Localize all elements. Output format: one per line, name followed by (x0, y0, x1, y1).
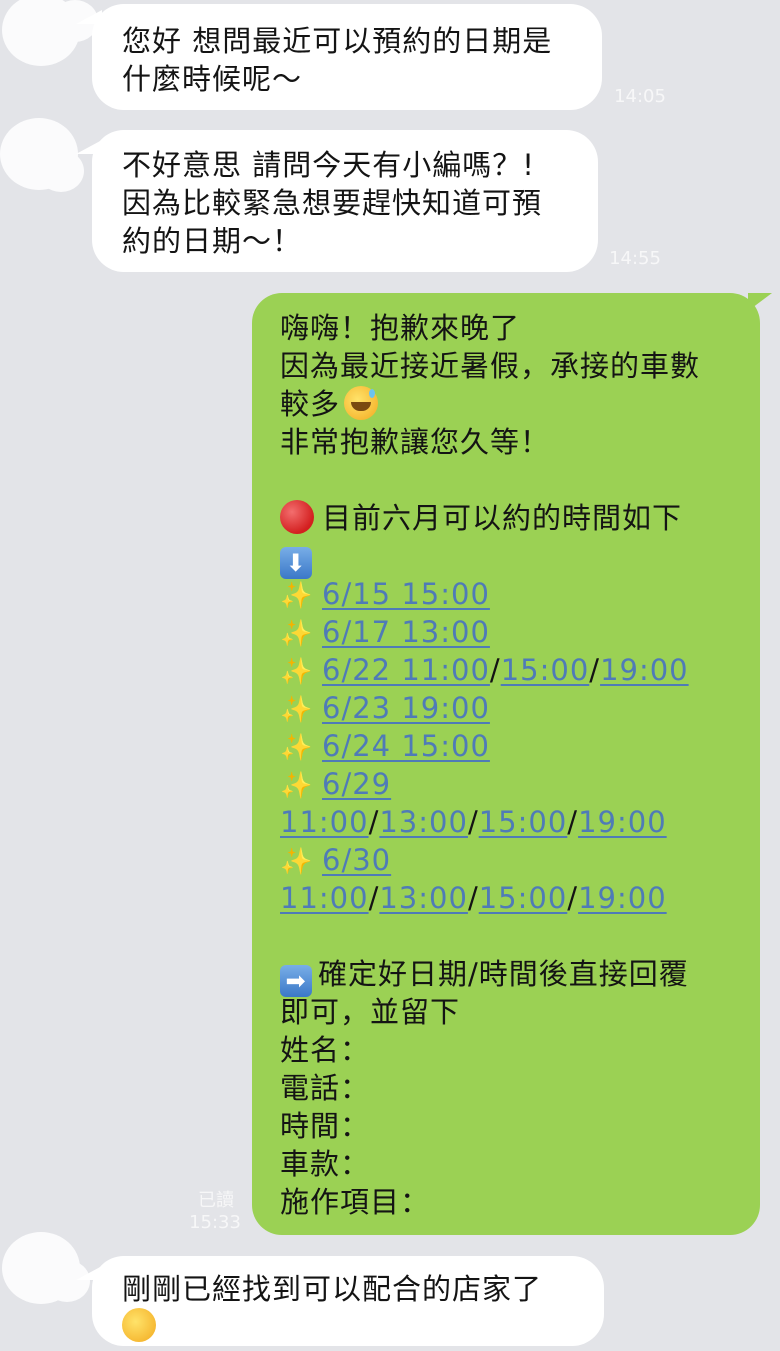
message-text: 較多 (280, 387, 341, 421)
sparkles-icon: ✨ (280, 733, 314, 763)
message-text-row: 較多 (280, 385, 760, 423)
time-slot-link[interactable]: 13:00 (379, 881, 468, 915)
time-slot-link[interactable]: 6/29 (322, 767, 391, 801)
sparkles-icon: ✨ (280, 657, 314, 687)
time-slot-link[interactable]: 6/17 13:00 (322, 615, 490, 649)
sweat-smile-icon (122, 1308, 156, 1342)
slot-row: ✨ 6/22 11:00/15:00/19:00 (280, 651, 760, 689)
emoji-row (122, 1308, 604, 1346)
sparkles-icon: ✨ (280, 847, 314, 877)
slot-row: ✨ 6/30 (280, 841, 760, 879)
slot-times-row: 11:00/13:00/15:00/19:00 (280, 803, 760, 841)
slot-row: ✨ 6/23 19:00 (280, 689, 760, 727)
slot-row: ✨ 6/24 15:00 (280, 727, 760, 765)
time-slot-link[interactable]: 11:00 (280, 881, 369, 915)
time-slot-link[interactable]: 15:00 (479, 805, 568, 839)
time-slot-link[interactable]: 6/22 11:00 (322, 653, 490, 687)
time-slot-link[interactable]: 15:00 (479, 881, 568, 915)
message-text: 確定好日期/時間後直接回覆 (318, 957, 689, 991)
message-text: 目前六月可以約的時間如下 (322, 501, 683, 535)
sparkles-icon: ✨ (280, 581, 314, 611)
outgoing-bubble-tail (748, 293, 772, 311)
slot-row: ✨ 6/15 15:00 (280, 575, 760, 613)
message-text: 剛剛已經找到可以配合的店家了 (122, 1272, 543, 1306)
form-field-label: 電話： (280, 1071, 371, 1105)
time-slot-link[interactable]: 19:00 (600, 653, 689, 687)
form-field-label: 時間： (280, 1109, 371, 1143)
slash-separator: / (467, 805, 479, 839)
form-field-label: 車款： (280, 1147, 371, 1181)
slash-separator: / (589, 653, 601, 687)
slot-row: ✨ 6/29 (280, 765, 760, 803)
outgoing-message[interactable]: 嗨嗨！抱歉來晚了 因為最近接近暑假，承接的車數 較多 非常抱歉讓您久等！ 目前六… (252, 293, 760, 1235)
slash-separator: / (368, 805, 380, 839)
incoming-message[interactable]: 您好 想問最近可以預約的日期是 什麼時候呢～ (92, 4, 602, 110)
message-text: 嗨嗨！抱歉來晚了 (280, 311, 521, 345)
sweat-smile-icon (344, 386, 379, 420)
message-text: 因為最近接近暑假，承接的車數 (280, 349, 701, 383)
time-slot-link[interactable]: 6/15 15:00 (322, 577, 490, 611)
slash-separator: / (467, 881, 479, 915)
message-time: 14:55 (609, 248, 661, 269)
slash-separator: / (567, 881, 579, 915)
sparkles-icon: ✨ (280, 771, 314, 801)
time-slot-link[interactable]: 6/24 15:00 (322, 729, 490, 763)
slot-row: ✨ 6/17 13:00 (280, 613, 760, 651)
contact-avatar-blob (38, 150, 84, 192)
time-slot-link[interactable]: 19:00 (578, 805, 667, 839)
message-text: 什麼時候呢～ (122, 62, 303, 96)
message-time: 15:33 (189, 1212, 241, 1233)
down-arrow-row: ⬇ (280, 537, 760, 579)
message-text: 您好 想問最近可以預約的日期是 (122, 24, 553, 58)
time-slot-link[interactable]: 15:00 (501, 653, 590, 687)
time-slot-link[interactable]: 13:00 (379, 805, 468, 839)
confirm-row: ➡ 確定好日期/時間後直接回覆 (280, 955, 760, 997)
time-slot-link[interactable]: 6/30 (322, 843, 391, 877)
incoming-message[interactable]: 不好意思 請問今天有小編嗎？! 因為比較緊急想要趕快知道可預 約的日期～！ (92, 130, 598, 272)
message-text: 即可，並留下 (280, 995, 461, 1029)
form-field-label: 施作項目： (280, 1185, 431, 1219)
slash-separator: / (567, 805, 579, 839)
sparkles-icon: ✨ (280, 619, 314, 649)
read-status: 已讀 (198, 1190, 234, 1211)
time-slot-link[interactable]: 11:00 (280, 805, 369, 839)
sparkles-icon: ✨ (280, 695, 314, 725)
slash-separator: / (489, 653, 501, 687)
message-text: 約的日期～！ (122, 224, 303, 258)
incoming-message[interactable]: 剛剛已經找到可以配合的店家了 (92, 1256, 604, 1346)
time-slot-link[interactable]: 19:00 (578, 881, 667, 915)
available-header-row: 目前六月可以約的時間如下 (280, 499, 760, 537)
message-time: 14:05 (614, 86, 666, 107)
slot-times-row: 11:00/13:00/15:00/19:00 (280, 879, 760, 917)
message-text: 非常抱歉讓您久等！ (280, 425, 551, 459)
red-circle-icon (280, 500, 314, 534)
slash-separator: / (368, 881, 380, 915)
time-slot-link[interactable]: 6/23 19:00 (322, 691, 490, 725)
message-text: 不好意思 請問今天有小編嗎？! (122, 148, 535, 182)
message-text: 因為比較緊急想要趕快知道可預 (122, 186, 543, 220)
form-field-label: 姓名： (280, 1033, 371, 1067)
